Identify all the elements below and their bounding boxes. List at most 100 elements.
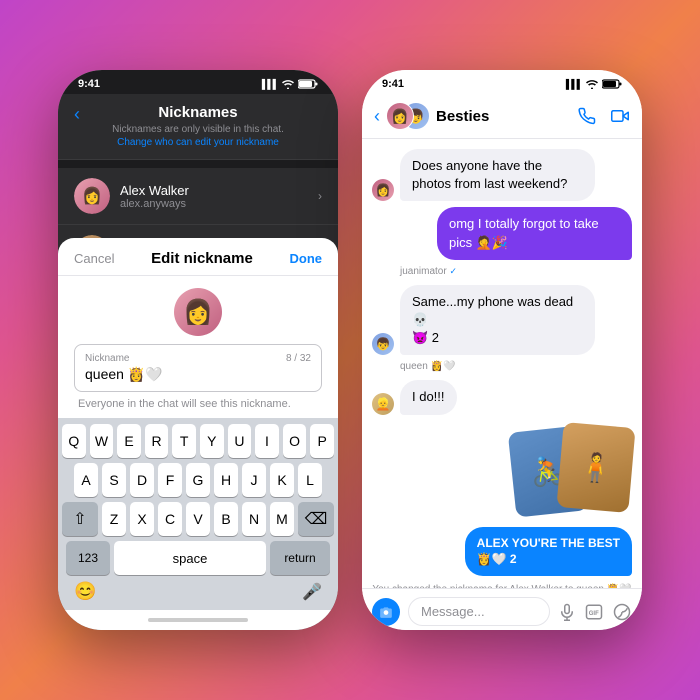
messages-area: 👩 Does anyone have the photos from last … bbox=[362, 139, 642, 588]
key-o[interactable]: O bbox=[283, 424, 307, 458]
right-battery-icon bbox=[602, 79, 622, 89]
back-button[interactable]: ‹ bbox=[74, 104, 80, 125]
msg-avatar-2: 👦 bbox=[372, 333, 394, 355]
key-x[interactable]: X bbox=[130, 502, 154, 536]
camera-icon bbox=[379, 606, 393, 618]
key-a[interactable]: A bbox=[74, 463, 98, 497]
key-d[interactable]: D bbox=[130, 463, 154, 497]
mic-icon[interactable] bbox=[558, 603, 576, 621]
video-icon[interactable] bbox=[610, 107, 630, 125]
sticker-icon[interactable] bbox=[612, 603, 632, 621]
verified-badge: ✓ bbox=[449, 266, 457, 276]
key-g[interactable]: G bbox=[186, 463, 210, 497]
done-button[interactable]: Done bbox=[289, 251, 322, 266]
key-t[interactable]: T bbox=[172, 424, 196, 458]
key-c[interactable]: C bbox=[158, 502, 182, 536]
msg-row-5: ALEX YOU'RE THE BEST👸🤍 2 bbox=[372, 527, 632, 577]
key-p[interactable]: P bbox=[310, 424, 334, 458]
key-y[interactable]: Y bbox=[200, 424, 224, 458]
keyboard-row-1: Q W E R T Y U I O P bbox=[62, 424, 334, 458]
key-q[interactable]: Q bbox=[62, 424, 86, 458]
right-wifi-icon bbox=[586, 79, 598, 89]
key-b[interactable]: B bbox=[214, 502, 238, 536]
edit-nickname-modal: Cancel Edit nickname Done 👩 Nickname 8 /… bbox=[58, 238, 338, 630]
chat-screen: ‹ 👩 👦 Besties bbox=[362, 94, 642, 630]
modal-avatar: 👩 bbox=[174, 288, 222, 336]
key-i[interactable]: I bbox=[255, 424, 279, 458]
contact-item-alex[interactable]: 👩 Alex Walker alex.anyways › bbox=[58, 168, 338, 225]
key-f[interactable]: F bbox=[158, 463, 182, 497]
chat-group-name: Besties bbox=[436, 108, 578, 125]
nickname-input-box[interactable]: Nickname 8 / 32 queen 👸🤍 bbox=[74, 344, 322, 392]
nickname-count: 8 / 32 bbox=[286, 353, 311, 364]
key-v[interactable]: V bbox=[186, 502, 210, 536]
key-n[interactable]: N bbox=[242, 502, 266, 536]
cancel-button[interactable]: Cancel bbox=[74, 251, 114, 266]
keyboard-emoji-row: 😊 🎤 bbox=[62, 575, 334, 606]
msg-bubble-3: Same...my phone was dead 💀👿 2 bbox=[400, 285, 595, 356]
chat-back-button[interactable]: ‹ bbox=[374, 106, 380, 127]
modal-avatar-section: 👩 bbox=[58, 276, 338, 344]
right-status-icons: ▌▌▌ bbox=[566, 79, 622, 89]
emoji-key[interactable]: 😊 bbox=[74, 581, 96, 602]
key-u[interactable]: U bbox=[228, 424, 252, 458]
camera-button[interactable] bbox=[372, 598, 400, 626]
mic-key[interactable]: 🎤 bbox=[302, 582, 322, 602]
msg-bubble-4: I do!!! bbox=[400, 380, 457, 414]
key-j[interactable]: J bbox=[242, 463, 266, 497]
return-key[interactable]: return bbox=[270, 541, 330, 575]
modal-avatar-icon: 👩 bbox=[183, 298, 213, 327]
gif-icon[interactable]: GIF bbox=[584, 603, 604, 621]
right-time: 9:41 bbox=[382, 78, 404, 90]
left-phone: 9:41 ▌▌▌ ‹ Nicknames Nicknames are only bbox=[58, 70, 338, 630]
key-z[interactable]: Z bbox=[102, 502, 126, 536]
phones-container: 9:41 ▌▌▌ ‹ Nicknames Nicknames are only bbox=[58, 70, 642, 630]
backspace-key[interactable]: ⌫ bbox=[298, 502, 334, 536]
photo-collage: 🚴 🧍 bbox=[512, 421, 632, 521]
alex-avatar-icon: 👩 bbox=[82, 186, 102, 206]
right-status-bar: 9:41 ▌▌▌ bbox=[362, 70, 642, 94]
alex-info: Alex Walker alex.anyways bbox=[120, 183, 318, 210]
msg-bubble-1: Does anyone have the photos from last we… bbox=[400, 149, 595, 201]
nickname-input-section: Nickname 8 / 32 queen 👸🤍 Everyone in the… bbox=[58, 344, 338, 418]
space-key[interactable]: space bbox=[114, 541, 266, 575]
nickname-label: Nickname bbox=[85, 353, 129, 364]
key-e[interactable]: E bbox=[117, 424, 141, 458]
alex-username: alex.anyways bbox=[120, 198, 318, 210]
right-signal-icon: ▌▌▌ bbox=[566, 79, 582, 89]
key-m[interactable]: M bbox=[270, 502, 294, 536]
msg-row-3: 👦 Same...my phone was dead 💀👿 2 bbox=[372, 285, 632, 356]
nickname-value: queen 👸🤍 bbox=[85, 366, 311, 383]
left-status-bar: 9:41 ▌▌▌ bbox=[58, 70, 338, 94]
message-input[interactable]: Message... bbox=[408, 597, 550, 626]
numbers-key[interactable]: 123 bbox=[66, 541, 110, 575]
msg-avatar-1: 👩 bbox=[372, 179, 394, 201]
keyboard-row-bottom: 123 space return bbox=[62, 541, 334, 575]
change-nickname-link[interactable]: Change who can edit your nickname bbox=[117, 137, 279, 148]
chat-group-avatar: 👩 👦 bbox=[386, 102, 430, 130]
key-h[interactable]: H bbox=[214, 463, 238, 497]
call-icon[interactable] bbox=[578, 107, 596, 125]
msg-row-2: omg I totally forgot to take pics 🤦🎉 bbox=[372, 207, 632, 259]
shift-key[interactable]: ⇧ bbox=[62, 502, 98, 536]
wifi-icon bbox=[282, 79, 294, 89]
modal-title: Edit nickname bbox=[151, 250, 253, 267]
key-s[interactable]: S bbox=[102, 463, 126, 497]
key-k[interactable]: K bbox=[270, 463, 294, 497]
left-status-icons: ▌▌▌ bbox=[262, 79, 318, 89]
chat-header: ‹ 👩 👦 Besties bbox=[362, 94, 642, 139]
chevron-icon: › bbox=[318, 189, 322, 203]
key-w[interactable]: W bbox=[90, 424, 114, 458]
msg-bubble-2: omg I totally forgot to take pics 🤦🎉 bbox=[437, 207, 632, 259]
key-l[interactable]: L bbox=[298, 463, 322, 497]
nicknames-title: Nicknames bbox=[90, 104, 306, 121]
signal-icon: ▌▌▌ bbox=[262, 79, 278, 89]
left-time: 9:41 bbox=[78, 78, 100, 90]
right-phone: 9:41 ▌▌▌ ‹ 👩 bbox=[362, 70, 642, 630]
key-r[interactable]: R bbox=[145, 424, 169, 458]
home-indicator-left bbox=[58, 610, 338, 630]
home-bar-left bbox=[148, 618, 248, 622]
input-actions: GIF bbox=[558, 603, 632, 621]
keyboard: Q W E R T Y U I O P A S bbox=[58, 418, 338, 610]
nicknames-screen: ‹ Nicknames Nicknames are only visible i… bbox=[58, 94, 338, 630]
